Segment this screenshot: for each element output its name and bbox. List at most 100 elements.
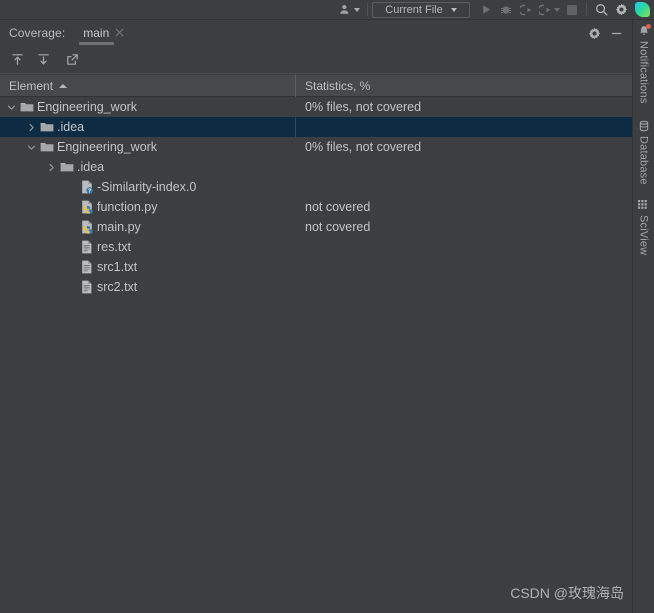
tree-node-label: function.py bbox=[97, 200, 158, 214]
run-icon[interactable] bbox=[476, 1, 496, 19]
settings-gear-icon[interactable] bbox=[611, 1, 631, 19]
table-row[interactable]: .idea bbox=[0, 157, 632, 177]
column-header-statistics[interactable]: Statistics, % bbox=[296, 75, 370, 97]
text-file-icon bbox=[78, 277, 96, 297]
ide-coverage-window: Current File Coverage: main Element Stat… bbox=[0, 0, 654, 613]
chevron-down-icon bbox=[353, 7, 360, 12]
tree-node-element-cell: ? -Similarity-index.0 bbox=[0, 177, 296, 197]
svg-text:?: ? bbox=[87, 189, 90, 195]
tree-node-element-cell: function.py bbox=[0, 197, 296, 217]
tree-node-label: -Similarity-index.0 bbox=[97, 180, 197, 194]
user-account-icon[interactable] bbox=[335, 1, 363, 19]
tree-node-label: res.txt bbox=[97, 240, 132, 254]
tree-node-statistics-cell: 0% files, not covered bbox=[305, 140, 422, 154]
notification-badge bbox=[645, 24, 651, 29]
close-icon[interactable] bbox=[115, 27, 124, 39]
toolbar-divider bbox=[586, 3, 587, 16]
database-icon bbox=[638, 120, 650, 132]
sidebar-item-sciview-label: SciView bbox=[637, 215, 650, 256]
tree-node-element-cell: main.py bbox=[0, 217, 296, 237]
sidebar-item-sciview[interactable]: SciView bbox=[633, 184, 654, 256]
export-icon[interactable] bbox=[61, 49, 83, 71]
tab-main[interactable]: main bbox=[79, 20, 124, 46]
minimize-icon[interactable] bbox=[606, 23, 626, 43]
column-header-element[interactable]: Element bbox=[0, 74, 296, 97]
tree-node-statistics-cell bbox=[296, 157, 305, 177]
tree-node-element-cell: src1.txt bbox=[0, 257, 296, 277]
chevron-down-icon bbox=[553, 7, 560, 12]
tree-node-statistics-cell bbox=[296, 277, 305, 297]
tree-node-statistics-cell: 0% files, not covered bbox=[305, 100, 422, 114]
sort-ascending-icon bbox=[59, 83, 68, 88]
table-row[interactable]: function.py not covered bbox=[0, 197, 632, 217]
table-row[interactable]: Engineering_work 0% files, not covered bbox=[0, 97, 632, 117]
run-configuration-label: Current File bbox=[385, 3, 443, 16]
ide-logo-icon[interactable] bbox=[635, 2, 650, 17]
folder-icon bbox=[18, 97, 36, 117]
chevron-down-icon[interactable] bbox=[4, 97, 18, 117]
tree-node-label: Engineering_work bbox=[57, 140, 158, 154]
chevron-right-icon[interactable] bbox=[24, 117, 38, 137]
tree-node-element-cell: res.txt bbox=[0, 237, 296, 257]
python-unknown-file-icon: ? bbox=[78, 177, 96, 197]
tree-node-label: main.py bbox=[97, 220, 141, 234]
expand-all-icon[interactable] bbox=[32, 49, 54, 71]
table-row[interactable]: ? -Similarity-index.0 bbox=[0, 177, 632, 197]
folder-icon bbox=[38, 117, 56, 137]
table-row[interactable]: Engineering_work 0% files, not covered bbox=[0, 137, 632, 157]
profile-icon[interactable] bbox=[536, 1, 562, 19]
tree-node-label: src1.txt bbox=[97, 260, 138, 274]
tree-node-label: .idea bbox=[57, 120, 85, 134]
tree-node-statistics-cell bbox=[296, 117, 305, 137]
tab-label: main bbox=[83, 26, 110, 40]
tree-node-element-cell: src2.txt bbox=[0, 277, 296, 297]
toolbar-divider bbox=[367, 3, 368, 16]
tree-node-label: Engineering_work bbox=[37, 100, 138, 114]
table-row[interactable]: src1.txt bbox=[0, 257, 632, 277]
python-file-icon bbox=[78, 217, 96, 237]
tree-node-element-cell: .idea bbox=[0, 117, 296, 137]
search-icon[interactable] bbox=[591, 1, 611, 19]
grid-icon bbox=[638, 200, 649, 211]
tree-node-statistics-cell: not covered bbox=[305, 220, 371, 234]
table-row[interactable]: main.py not covered bbox=[0, 217, 632, 237]
table-row[interactable]: res.txt bbox=[0, 237, 632, 257]
coverage-panel-header: Coverage: main bbox=[0, 20, 632, 46]
tree-node-statistics-cell bbox=[296, 177, 305, 197]
chevron-down-icon[interactable] bbox=[24, 137, 38, 157]
tree-node-statistics-cell: not covered bbox=[305, 200, 371, 214]
settings-gear-icon[interactable] bbox=[584, 23, 604, 43]
tree-node-element-cell: Engineering_work bbox=[0, 137, 296, 157]
chevron-down-icon bbox=[450, 7, 457, 12]
folder-icon bbox=[58, 157, 76, 177]
stop-icon[interactable] bbox=[562, 1, 582, 19]
text-file-icon bbox=[78, 237, 96, 257]
tab-active-indicator bbox=[79, 42, 115, 45]
watermark: CSDN @玫瑰海岛 bbox=[510, 585, 624, 601]
sidebar-item-database[interactable]: Database bbox=[633, 104, 654, 184]
coverage-header-buttons bbox=[584, 23, 632, 43]
tree-node-element-cell: .idea bbox=[0, 157, 296, 177]
python-file-icon bbox=[78, 197, 96, 217]
text-file-icon bbox=[78, 257, 96, 277]
run-with-coverage-icon[interactable] bbox=[516, 1, 536, 19]
table-row[interactable]: .idea bbox=[0, 117, 632, 137]
tree-node-element-cell: Engineering_work bbox=[0, 97, 296, 117]
sidebar-item-notifications-label: Notifications bbox=[637, 41, 650, 104]
table-row[interactable]: src2.txt bbox=[0, 277, 632, 297]
coverage-tree[interactable]: Engineering_work 0% files, not covered .id… bbox=[0, 97, 632, 613]
run-configuration-selector[interactable]: Current File bbox=[372, 1, 470, 18]
collapse-all-icon[interactable] bbox=[6, 49, 28, 71]
sidebar-item-notifications[interactable]: Notifications bbox=[633, 20, 654, 104]
folder-icon bbox=[38, 137, 56, 157]
debug-icon[interactable] bbox=[496, 1, 516, 19]
tree-node-label: .idea bbox=[77, 160, 105, 174]
chevron-right-icon[interactable] bbox=[44, 157, 58, 177]
column-header-statistics-label: Statistics, % bbox=[305, 78, 371, 93]
